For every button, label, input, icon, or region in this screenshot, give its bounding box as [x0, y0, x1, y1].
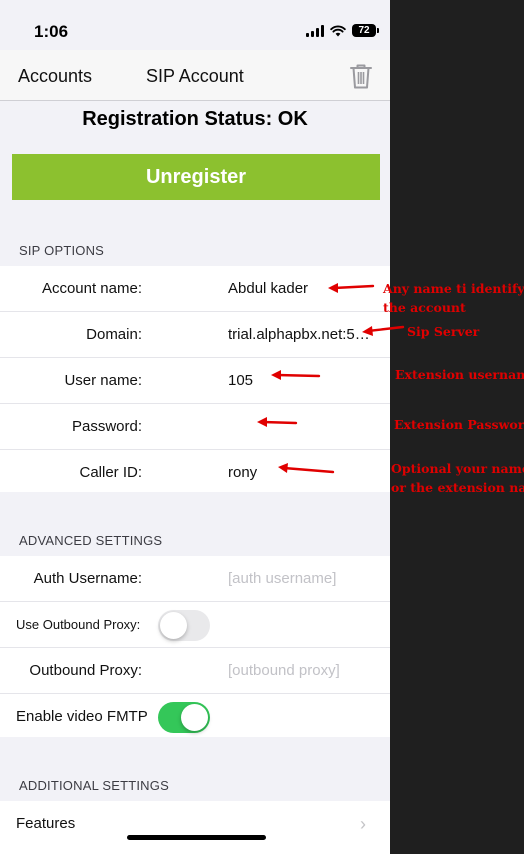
arrow-domain-head — [362, 326, 373, 336]
arrow-callerid — [282, 466, 335, 474]
arrow-account — [332, 284, 375, 290]
arrow-password-head — [257, 417, 267, 427]
arrow-password — [261, 420, 298, 425]
arrow-account-head — [328, 283, 338, 293]
arrow-callerid-head — [278, 463, 288, 473]
arrow-domain — [366, 325, 405, 333]
arrow-username — [275, 373, 321, 378]
arrow-username-head — [271, 370, 281, 380]
annotation-arrows — [257, 283, 405, 474]
